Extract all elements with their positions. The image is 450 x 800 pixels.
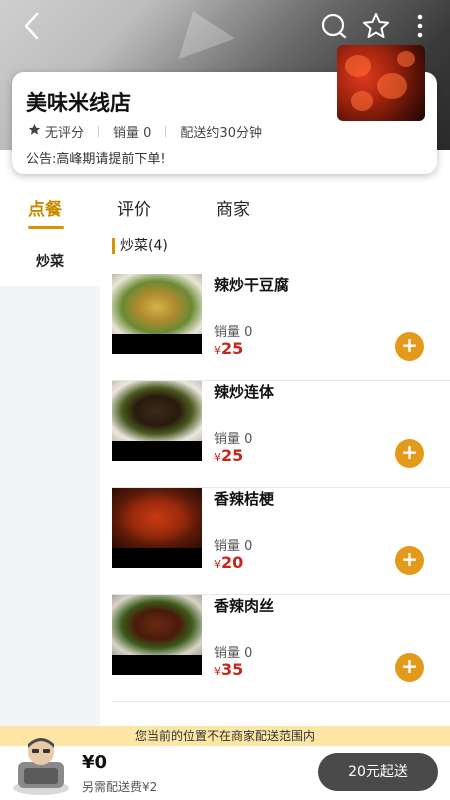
- menu-item[interactable]: 辣炒连体 销量 0 ¥25 +: [112, 381, 450, 488]
- dish-price: ¥35: [214, 660, 244, 679]
- section-title: 炒菜(4): [112, 238, 168, 254]
- app-page: 美味米线店 无评分 销量 0 配送约30分钟 公告:高峰期请提前下单! 点餐 评…: [0, 0, 450, 800]
- category-item-stir-fry[interactable]: 炒菜: [0, 236, 100, 286]
- checkout-button[interactable]: 20元起送: [318, 753, 438, 791]
- dish-image: [112, 274, 202, 354]
- tab-reviews[interactable]: 评价: [117, 195, 151, 220]
- category-sidebar: 炒菜: [0, 236, 100, 726]
- rating-star-icon: [28, 123, 41, 140]
- divider: [165, 126, 167, 137]
- delivery-fee: 另需配送费¥2: [82, 780, 158, 794]
- shop-rating: 无评分: [45, 126, 85, 141]
- shop-sales: 销量 0: [113, 126, 152, 141]
- dish-image: [112, 595, 202, 675]
- dish-sales: 销量 0: [214, 539, 253, 554]
- cart-mascot-icon[interactable]: [8, 732, 74, 796]
- back-icon[interactable]: [14, 8, 50, 44]
- divider: [98, 126, 100, 137]
- add-to-cart-button[interactable]: +: [395, 546, 424, 575]
- cart-total: ¥0: [82, 752, 108, 773]
- tab-order[interactable]: 点餐: [28, 195, 62, 220]
- add-to-cart-button[interactable]: +: [395, 332, 424, 361]
- shop-logo-image: [337, 45, 425, 121]
- menu-item[interactable]: 香辣肉丝 销量 0 ¥35 +: [112, 595, 450, 702]
- dish-price: ¥25: [214, 446, 244, 465]
- dish-name: 辣炒干豆腐: [214, 276, 290, 294]
- menu-item[interactable]: 香辣桔梗 销量 0 ¥20 +: [112, 488, 450, 595]
- dish-price: ¥20: [214, 553, 244, 572]
- menu-item[interactable]: 辣炒干豆腐 销量 0 ¥25 +: [112, 274, 450, 381]
- top-bar: [0, 0, 450, 50]
- tab-bar: 点餐 评价 商家: [0, 195, 450, 229]
- shop-name: 美味米线店: [26, 91, 131, 115]
- search-icon[interactable]: [316, 8, 352, 44]
- add-to-cart-button[interactable]: +: [395, 439, 424, 468]
- cart-bar: ¥0 另需配送费¥2 20元起送: [0, 738, 450, 800]
- dish-name: 香辣桔梗: [214, 490, 275, 508]
- dish-name: 辣炒连体: [214, 383, 275, 401]
- star-icon[interactable]: [358, 8, 394, 44]
- dish-name: 香辣肉丝: [214, 597, 275, 615]
- dish-price: ¥25: [214, 339, 244, 358]
- dish-image: [112, 488, 202, 568]
- add-to-cart-button[interactable]: +: [395, 653, 424, 682]
- shop-meta: 无评分 销量 0 配送约30分钟: [28, 122, 262, 141]
- dish-sales: 销量 0: [214, 646, 253, 661]
- tab-merchant[interactable]: 商家: [216, 195, 250, 220]
- shop-notice: 公告:高峰期请提前下单!: [26, 152, 166, 167]
- more-icon[interactable]: [402, 8, 438, 44]
- dish-sales: 销量 0: [214, 325, 253, 340]
- dish-sales: 销量 0: [214, 432, 253, 447]
- shop-delivery-time: 配送约30分钟: [180, 126, 262, 141]
- active-tab-indicator: [28, 226, 64, 229]
- dish-image: [112, 381, 202, 461]
